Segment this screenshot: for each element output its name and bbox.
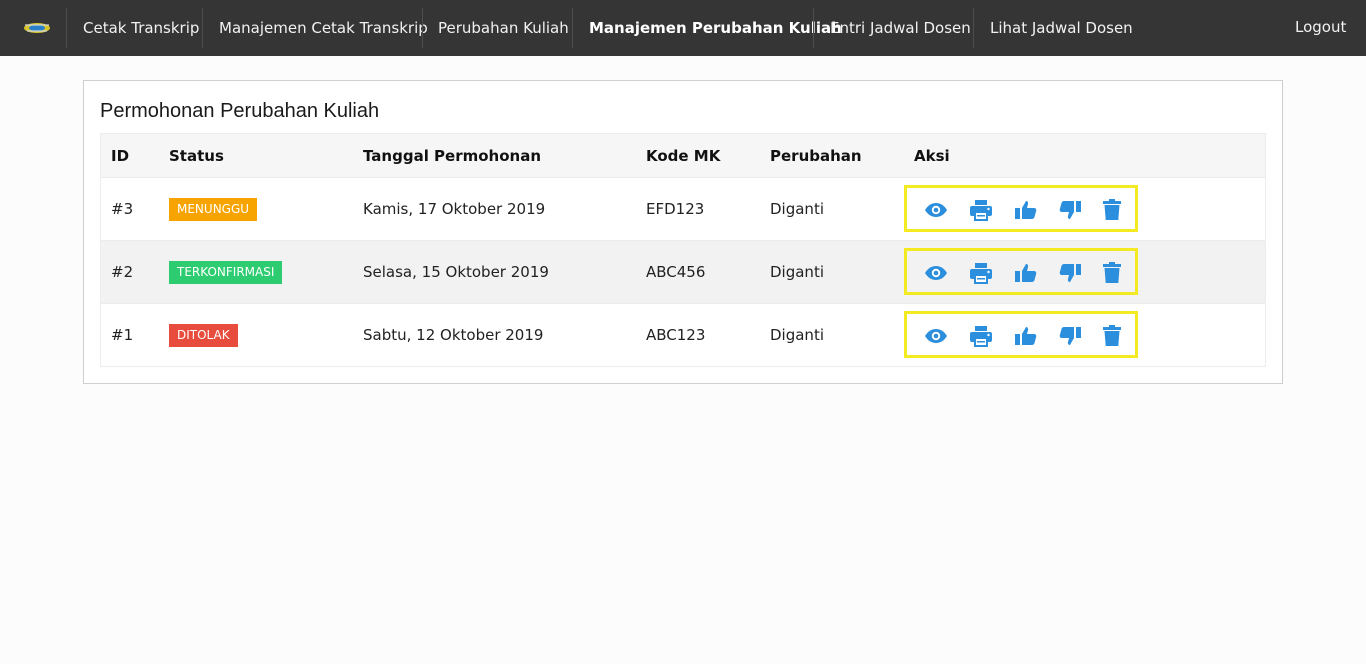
trash-icon[interactable] xyxy=(1100,261,1124,285)
thumbs-up-icon[interactable] xyxy=(1014,198,1038,222)
nav-entri-jadwal-dosen[interactable]: Entri Jadwal Dosen xyxy=(830,0,971,56)
thumbs-up-icon[interactable] xyxy=(1014,324,1038,348)
nav-divider xyxy=(973,8,974,48)
row-perubahan: Diganti xyxy=(770,200,824,218)
table-row: #1 DITOLAK Sabtu, 12 Oktober 2019 ABC123… xyxy=(101,303,1265,366)
row-date: Selasa, 15 Oktober 2019 xyxy=(363,263,549,281)
nav-lihat-jadwal-dosen[interactable]: Lihat Jadwal Dosen xyxy=(990,0,1133,56)
row-perubahan: Diganti xyxy=(770,326,824,344)
nav-divider xyxy=(202,8,203,48)
thumbs-up-icon[interactable] xyxy=(1014,261,1038,285)
trash-icon[interactable] xyxy=(1100,324,1124,348)
header-kode-mk: Kode MK xyxy=(646,146,721,165)
thumbs-down-icon[interactable] xyxy=(1058,198,1082,222)
nav-perubahan-kuliah[interactable]: Perubahan Kuliah xyxy=(438,0,569,56)
table-row: #2 TERKONFIRMASI Selasa, 15 Oktober 2019… xyxy=(101,240,1265,303)
table-row: #3 MENUNGGU Kamis, 17 Oktober 2019 EFD12… xyxy=(101,177,1265,240)
page-title: Permohonan Perubahan Kuliah xyxy=(100,100,380,122)
header-perubahan: Perubahan xyxy=(770,146,862,165)
requests-panel: Permohonan Perubahan Kuliah ID Status Ta… xyxy=(83,80,1283,384)
row-actions xyxy=(904,311,1138,358)
row-date: Sabtu, 12 Oktober 2019 xyxy=(363,326,544,344)
nav-cetak-transkrip[interactable]: Cetak Transkrip xyxy=(83,0,199,56)
header-tanggal: Tanggal Permohonan xyxy=(363,146,542,165)
status-badge: DITOLAK xyxy=(169,323,238,347)
nav-divider xyxy=(66,8,67,48)
nav-manajemen-cetak-transkrip[interactable]: Manajemen Cetak Transkrip xyxy=(219,0,428,56)
nav-divider xyxy=(813,8,814,48)
thumbs-down-icon[interactable] xyxy=(1058,324,1082,348)
print-icon[interactable] xyxy=(969,198,993,222)
eye-icon[interactable] xyxy=(924,261,948,285)
row-date: Kamis, 17 Oktober 2019 xyxy=(363,200,546,218)
thumbs-down-icon[interactable] xyxy=(1058,261,1082,285)
trash-icon[interactable] xyxy=(1100,198,1124,222)
logout-link[interactable]: Logout xyxy=(1295,0,1346,55)
top-navbar: Cetak Transkrip Manajemen Cetak Transkri… xyxy=(0,0,1366,56)
nav-divider xyxy=(422,8,423,48)
row-kode-mk: EFD123 xyxy=(646,200,705,218)
row-id: #2 xyxy=(111,263,134,281)
nav-manajemen-perubahan-kuliah[interactable]: Manajemen Perubahan Kuliah xyxy=(589,0,842,56)
status-badge: MENUNGGU xyxy=(169,197,258,221)
row-id: #3 xyxy=(111,200,134,218)
print-icon[interactable] xyxy=(969,324,993,348)
nav-divider xyxy=(572,8,573,48)
row-kode-mk: ABC456 xyxy=(646,263,706,281)
row-perubahan: Diganti xyxy=(770,263,824,281)
requests-table: ID Status Tanggal Permohonan Kode MK Per… xyxy=(100,133,1266,367)
row-id: #1 xyxy=(111,326,134,344)
eye-icon[interactable] xyxy=(924,324,948,348)
header-aksi: Aksi xyxy=(914,146,950,165)
row-actions xyxy=(904,248,1138,295)
eye-icon[interactable] xyxy=(924,198,948,222)
header-status: Status xyxy=(169,146,224,165)
status-badge: TERKONFIRMASI xyxy=(169,260,283,284)
table-header-row: ID Status Tanggal Permohonan Kode MK Per… xyxy=(101,134,1265,177)
row-kode-mk: ABC123 xyxy=(646,326,706,344)
logo-icon[interactable] xyxy=(22,17,52,39)
print-icon[interactable] xyxy=(969,261,993,285)
header-id: ID xyxy=(111,146,130,165)
row-actions xyxy=(904,185,1138,232)
